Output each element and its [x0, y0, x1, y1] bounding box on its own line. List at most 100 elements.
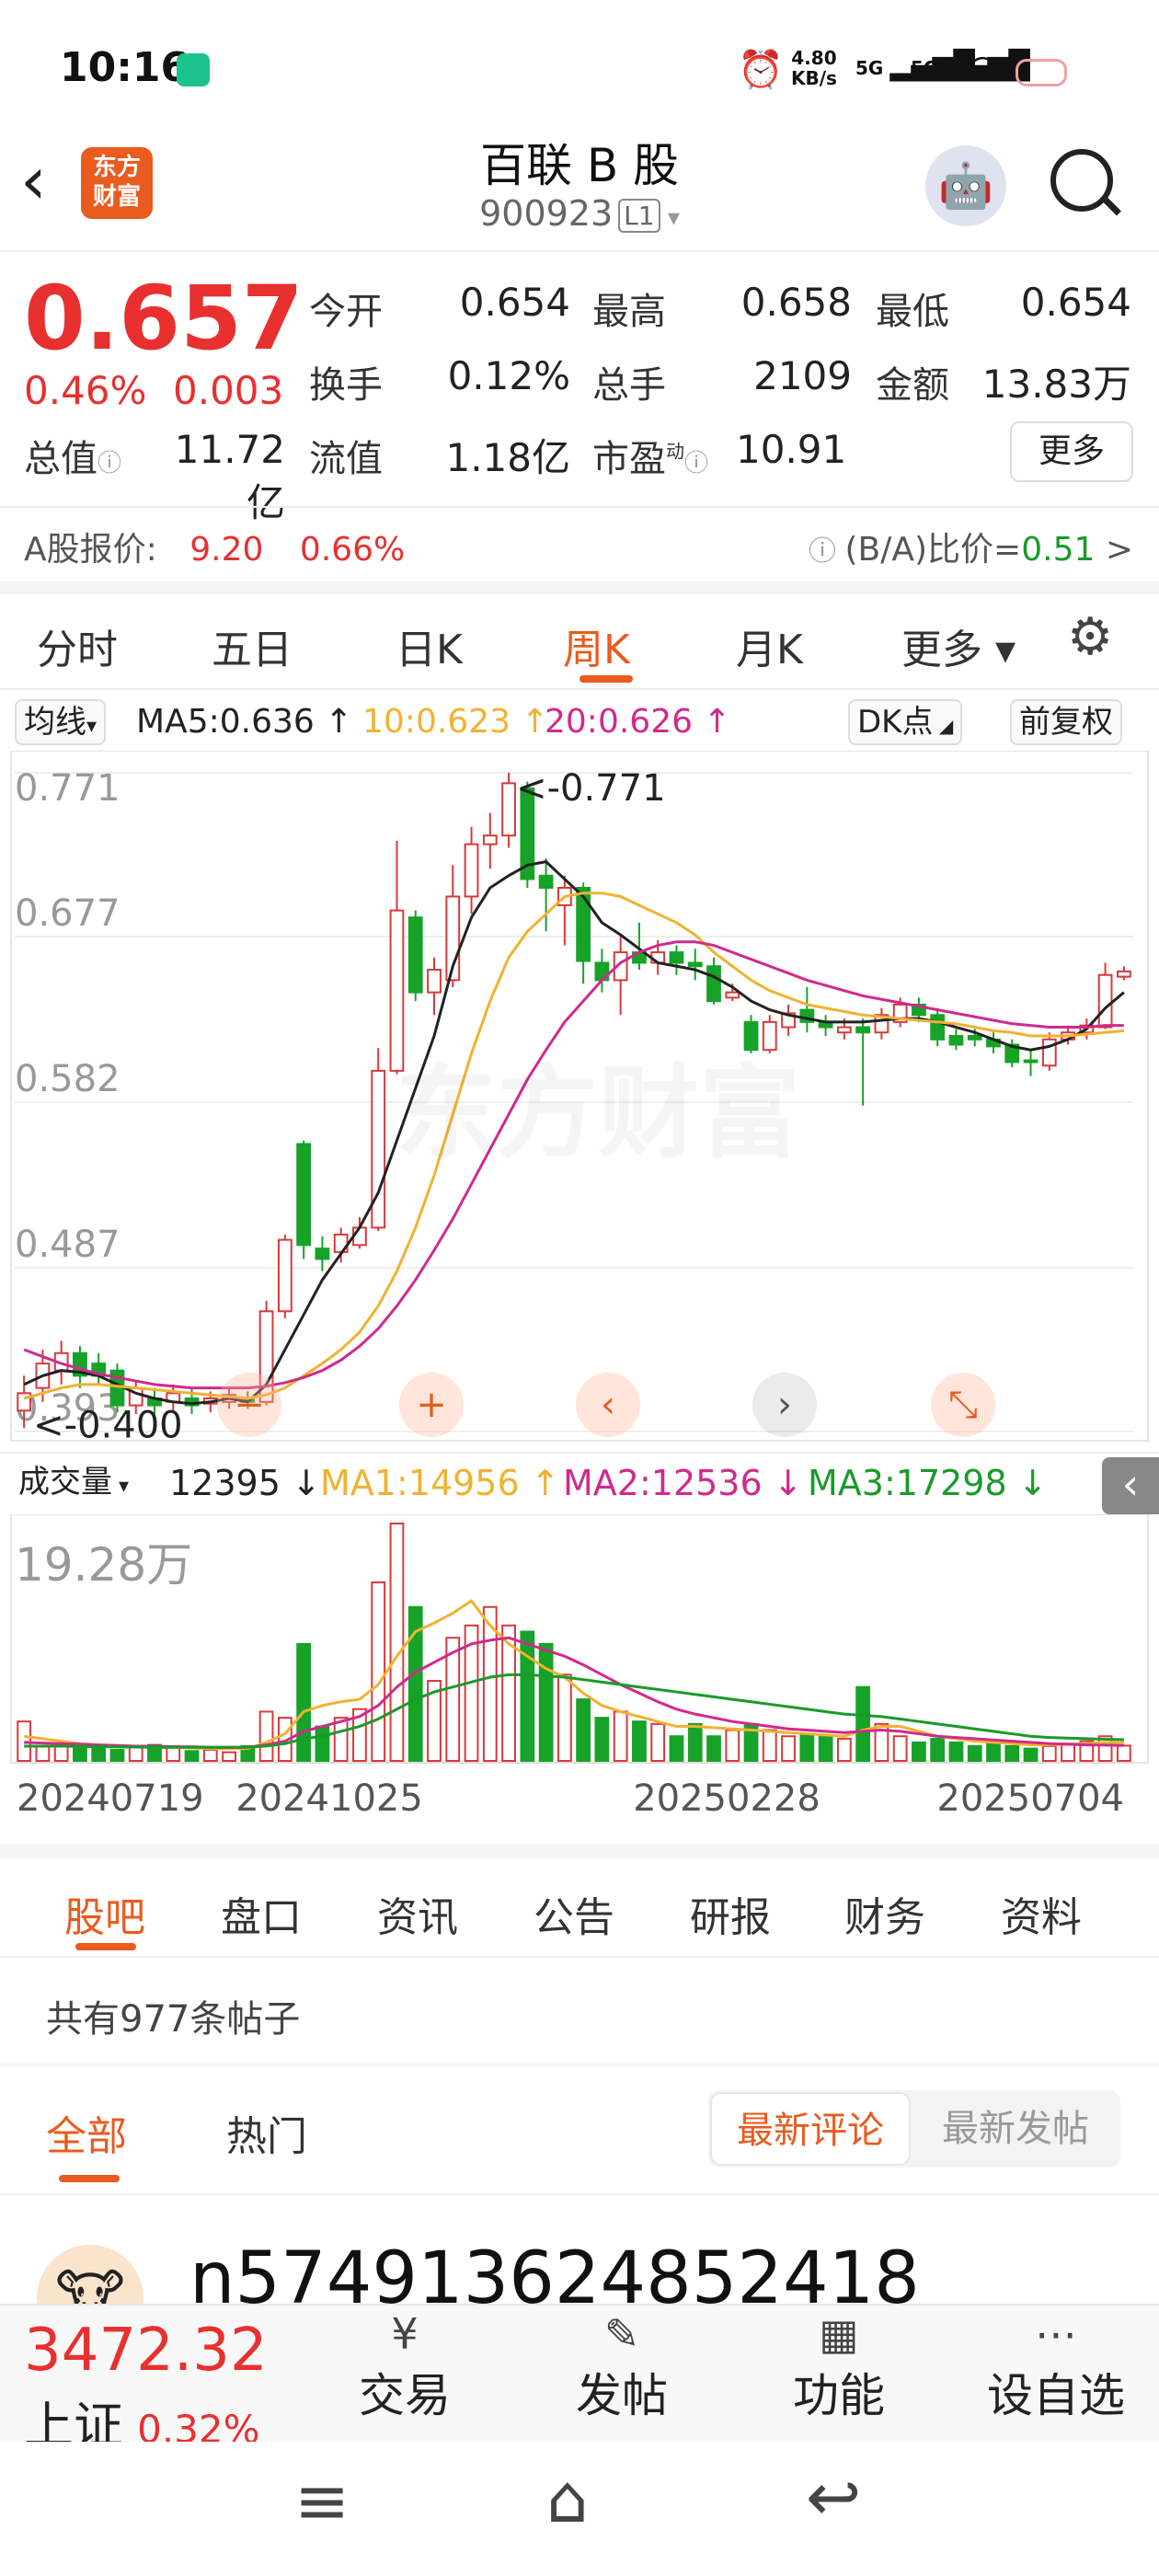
- collapse-panel-button[interactable]: ‹: [1102, 1457, 1159, 1514]
- ma5-value: MA5:0.636 ↑: [136, 703, 353, 741]
- volume-bar: [389, 1523, 405, 1762]
- amount-value: 13.83万: [981, 362, 1131, 407]
- index-value: 3472.32: [24, 2317, 268, 2385]
- volume-chart[interactable]: 19.28万 20240719 20241025 20250228 20250704: [0, 1514, 1159, 1836]
- bottom-action-icon-2: ▦: [819, 2309, 859, 2359]
- volume-bar: [202, 1748, 218, 1763]
- chart-tab-5[interactable]: 更多 ▾: [901, 616, 1016, 675]
- dk-point-toggle[interactable]: DK点 ◢: [848, 699, 963, 745]
- filter-all[interactable]: 全部: [46, 2103, 127, 2162]
- bottom-action-label-0: 交易: [359, 2369, 451, 2422]
- fullscreen-button[interactable]: ⤡: [931, 1373, 995, 1437]
- tabs-divider: [0, 688, 1159, 690]
- section-tab-5[interactable]: 财务: [844, 1884, 925, 1943]
- low-value: 0.654: [1020, 280, 1131, 325]
- alarm-icon: ⏰: [738, 49, 784, 91]
- level-badge[interactable]: L1: [618, 199, 660, 233]
- adjust-mode[interactable]: 前复权: [1010, 699, 1122, 745]
- ma-selector[interactable]: 均线▾: [15, 699, 107, 745]
- chart-tab-3[interactable]: 周K: [563, 616, 630, 675]
- ba-ratio[interactable]: ⓘ (B/A)比价=0.51 >: [809, 523, 1133, 570]
- zoom-in-button[interactable]: +: [399, 1373, 464, 1437]
- bottom-action-3[interactable]: ⋯ 设自选: [964, 2309, 1148, 2425]
- index-ticker[interactable]: 3472.32 上证 0.32%: [24, 2318, 268, 2457]
- volume-bar: [1004, 1744, 1020, 1763]
- section-gap-2: [0, 1844, 1159, 1858]
- volume-bar: [650, 1722, 666, 1762]
- volume-value: 2109: [753, 353, 852, 398]
- post-count: 共有977条帖子: [46, 1998, 301, 2041]
- section-tab-2[interactable]: 资讯: [377, 1884, 458, 1943]
- volume-indicator-selector[interactable]: 成交量 ▾: [11, 1461, 136, 1503]
- candle-body: [1023, 1059, 1039, 1064]
- chart-tab-1[interactable]: 五日: [212, 616, 293, 675]
- chart-period-tabs: 分时 五日 日K 周K 月K 更多 ▾: [0, 594, 1159, 686]
- volume-bar: [576, 1698, 591, 1763]
- candle-body: [501, 782, 516, 837]
- filter-divider: [0, 2193, 1159, 2195]
- x-tick-label: 20250228: [633, 1777, 820, 1820]
- wifi-icon: ◠: [966, 46, 1000, 91]
- change-pct: 0.46%: [24, 368, 147, 413]
- header-divider: [0, 250, 1159, 252]
- candle-body: [277, 1238, 293, 1313]
- filter-hot[interactable]: 热门: [226, 2103, 307, 2162]
- volume-bar: [35, 1744, 51, 1763]
- volume-bar: [818, 1735, 833, 1762]
- bottom-action-icon-0: ¥: [391, 2309, 419, 2359]
- chart-tab-2[interactable]: 日K: [396, 616, 463, 675]
- section-tab-3[interactable]: 公告: [534, 1884, 614, 1943]
- candle-body: [482, 834, 498, 845]
- a-share-row[interactable]: A股报价: 9.20 0.66%: [24, 523, 405, 570]
- section-tab-6[interactable]: 资料: [1001, 1884, 1082, 1943]
- volume-bar: [613, 1710, 628, 1762]
- pan-right-button[interactable]: ›: [752, 1373, 817, 1437]
- section-tab-0[interactable]: 股吧: [64, 1884, 145, 1943]
- chart-settings-gear-icon[interactable]: ⚙: [1067, 607, 1113, 667]
- x-tick-label: 20250704: [936, 1777, 1124, 1820]
- vol-ma2: MA2:12536 ↓: [563, 1463, 803, 1503]
- a-share-price: 9.20: [189, 531, 264, 569]
- bottom-action-0[interactable]: ¥ 交易: [313, 2309, 497, 2425]
- volume-max-label: 19.28万: [15, 1538, 192, 1592]
- watermark: 东方财富: [396, 1030, 800, 1178]
- sort-latest-post[interactable]: 最新发帖: [914, 2092, 1117, 2166]
- amount-label: 金额: [876, 364, 949, 407]
- sort-latest-comment[interactable]: 最新评论: [710, 2092, 911, 2166]
- menu-icon[interactable]: ≡: [294, 2462, 350, 2539]
- chart-tab-4[interactable]: 月K: [736, 616, 803, 675]
- zoom-out-button[interactable]: −: [217, 1373, 281, 1437]
- volume-bar: [258, 1710, 274, 1762]
- high-label: 最高: [592, 291, 666, 333]
- volume-bar: [967, 1744, 982, 1763]
- volume-bar: [91, 1744, 107, 1763]
- volume-bar: [912, 1741, 926, 1762]
- volume-current: 12395 ↓: [169, 1463, 321, 1503]
- bottom-action-2[interactable]: ▦ 功能: [747, 2309, 931, 2425]
- section-gap-3: [0, 2063, 1159, 2066]
- back-nav-icon[interactable]: ↩: [806, 2458, 861, 2536]
- volume-bar: [520, 1630, 535, 1762]
- candle-body: [1097, 973, 1113, 1029]
- chart-volume-divider: [0, 1452, 1159, 1454]
- battery-icon: [1016, 59, 1067, 86]
- robot-assistant-icon[interactable]: 🤖: [925, 145, 1006, 226]
- chart-tab-0[interactable]: 分时: [37, 616, 118, 675]
- pan-left-button[interactable]: ‹: [576, 1373, 640, 1437]
- home-icon[interactable]: ⌂: [546, 2460, 589, 2537]
- candle-body: [296, 1143, 312, 1247]
- ma20-value: 20:0.626 ↑: [545, 703, 731, 741]
- candle-body: [930, 1014, 946, 1041]
- section-tab-1[interactable]: 盘口: [221, 1884, 302, 1943]
- chart-tab-underline: [580, 675, 633, 683]
- volume-bar: [594, 1717, 610, 1762]
- volume-bar: [855, 1685, 871, 1763]
- x-tick-label: 20241025: [235, 1777, 423, 1820]
- candle-body: [371, 1069, 386, 1229]
- more-button[interactable]: 更多: [1010, 421, 1133, 482]
- bottom-action-1[interactable]: ✎ 发帖: [530, 2309, 714, 2425]
- low-label: 最低: [876, 291, 949, 333]
- mktcap-value: 11.72亿: [174, 427, 285, 525]
- y-tick-label: 0.582: [15, 1058, 120, 1100]
- section-tab-4[interactable]: 研报: [690, 1884, 771, 1943]
